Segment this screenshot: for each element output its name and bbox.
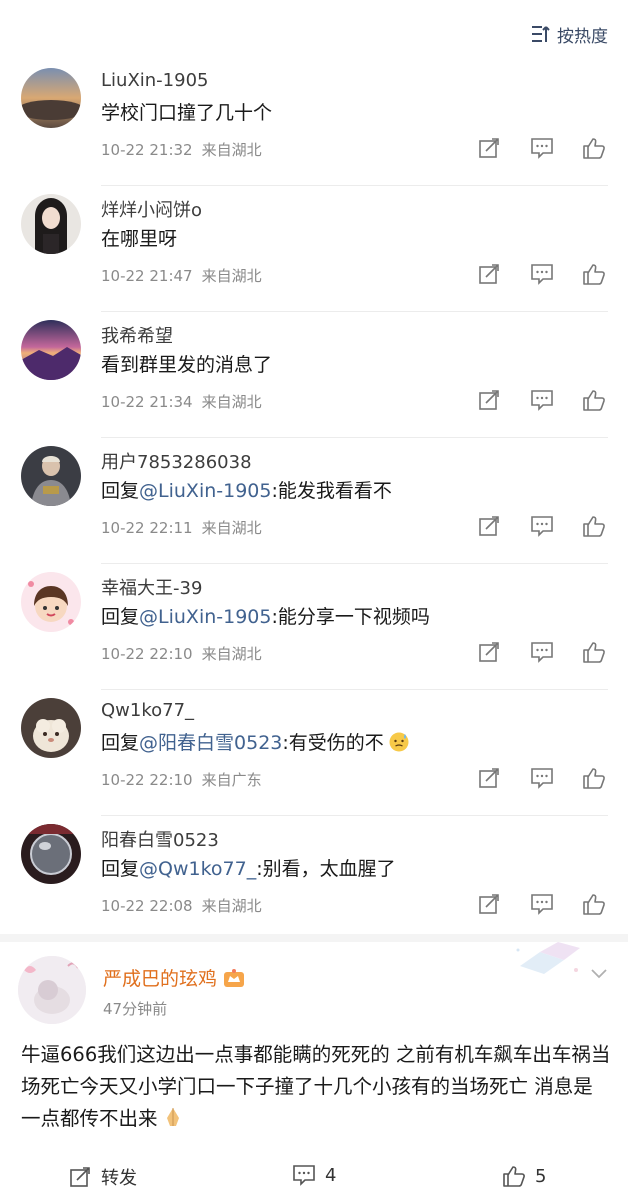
repost-icon[interactable] — [476, 640, 504, 664]
reply-icon[interactable] — [528, 262, 556, 286]
repost-icon[interactable] — [476, 262, 504, 286]
like-icon — [503, 1166, 525, 1187]
mention-link[interactable]: @LiuXin-1905 — [139, 480, 271, 502]
reply-icon[interactable] — [528, 388, 556, 412]
avatar[interactable] — [21, 824, 81, 884]
reply-icon[interactable] — [528, 136, 556, 160]
repost-icon[interactable] — [476, 136, 504, 160]
comment-item: 用户7853286038 回复@LiuXin-1905:能发我看看不 10-22… — [0, 438, 628, 564]
comment-username[interactable]: Qw1ko77_ — [101, 700, 194, 721]
comment-meta: 10-22 21:47 来自湖北 — [101, 267, 262, 285]
avatar[interactable] — [21, 194, 81, 254]
repost-icon[interactable] — [476, 514, 504, 538]
sweat-face-emoji-icon — [389, 732, 409, 752]
avatar[interactable] — [21, 572, 81, 632]
comment-meta: 10-22 22:08 来自湖北 — [101, 897, 262, 915]
like-count: 5 — [535, 1165, 547, 1187]
like-icon[interactable] — [580, 640, 608, 664]
book-decoration-icon — [516, 942, 580, 974]
avatar[interactable] — [21, 68, 81, 128]
reply-icon[interactable] — [528, 766, 556, 790]
like-button[interactable]: 5 — [502, 1164, 546, 1188]
comment-username[interactable]: 烊烊小闷饼o — [101, 196, 202, 222]
comment-username[interactable]: 幸福大王-39 — [101, 574, 202, 600]
comment-username[interactable]: LiuXin-1905 — [101, 70, 208, 91]
comment-meta: 10-22 21:32 来自湖北 — [101, 141, 262, 159]
avatar[interactable] — [21, 320, 81, 380]
repost-label: 转发 — [101, 1168, 137, 1189]
like-icon[interactable] — [580, 892, 608, 916]
comment-text: 回复@LiuXin-1905:能发我看看不 — [101, 480, 392, 502]
comment-count: 4 — [325, 1164, 337, 1186]
comment-icon — [293, 1165, 315, 1186]
post-author[interactable]: 严成巴的玹鸡 — [103, 964, 245, 991]
like-icon[interactable] — [580, 514, 608, 538]
mention-link[interactable]: @阳春白雪0523 — [139, 732, 282, 754]
repost-button[interactable]: 转发 — [70, 1164, 137, 1190]
reply-icon[interactable] — [528, 640, 556, 664]
post-action-bar: 转发 4 5 — [0, 1164, 628, 1194]
like-icon[interactable] — [580, 136, 608, 160]
comment-item: 烊烊小闷饼o 在哪里呀 10-22 21:47 来自湖北 — [0, 186, 628, 312]
comment-text: 回复@Qw1ko77_:别看，太血腥了 — [101, 858, 396, 880]
reply-icon[interactable] — [528, 892, 556, 916]
like-icon[interactable] — [580, 262, 608, 286]
repost-icon[interactable] — [476, 892, 504, 916]
reply-icon[interactable] — [528, 514, 556, 538]
comment-meta: 10-22 22:11 来自湖北 — [101, 519, 262, 537]
comment-text: 看到群里发的消息了 — [101, 354, 273, 376]
avatar[interactable] — [21, 446, 81, 506]
comment-meta: 10-22 21:34 来自湖北 — [101, 393, 262, 411]
like-icon[interactable] — [580, 766, 608, 790]
repost-icon[interactable] — [476, 766, 504, 790]
sort-label: 按热度 — [557, 26, 608, 47]
mention-link[interactable]: @LiuXin-1905 — [139, 606, 271, 628]
post-text: 牛逼666我们这边出一点事都能瞒的死死的 之前有机车飙车出车祸当场死亡今天又小学… — [21, 1043, 611, 1130]
comment-text: 回复@阳春白雪0523:有受伤的不 — [101, 728, 410, 755]
comment-text: 在哪里呀 — [101, 228, 178, 250]
comment-item: Qw1ko77_ 回复@阳春白雪0523:有受伤的不 10-22 22:10 来自… — [0, 690, 628, 816]
comment-item: 幸福大王-39 回复@LiuXin-1905:能分享一下视频吗 10-22 22… — [0, 564, 628, 690]
vip-crown-badge-icon — [224, 969, 245, 987]
comment-text: 回复@LiuXin-1905:能分享一下视频吗 — [101, 606, 430, 628]
repost-icon — [70, 1167, 90, 1187]
comment-button[interactable]: 4 — [292, 1164, 336, 1186]
comment-meta: 10-22 22:10 来自湖北 — [101, 645, 262, 663]
praying-hands-emoji-icon — [166, 1108, 179, 1126]
chevron-down-icon[interactable] — [590, 968, 608, 980]
post-time: 47分钟前 — [103, 1000, 168, 1018]
avatar[interactable] — [21, 698, 81, 758]
sort-lines-icon — [532, 26, 550, 42]
avatar[interactable] — [18, 956, 86, 1024]
comment-username[interactable]: 阳春白雪0523 — [101, 826, 219, 852]
post-card: 严成巴的玹鸡 47分钟前 牛逼666我们这边出一点事都能瞒的死死的 之前有机车飙… — [0, 942, 628, 1200]
comment-item: LiuXin-1905 学校门口撞了几十个 10-22 21:32 来自湖北 — [0, 60, 628, 186]
comment-item: 我希希望 看到群里发的消息了 10-22 21:34 来自湖北 — [0, 312, 628, 438]
mention-link[interactable]: @Qw1ko77_ — [139, 858, 256, 880]
sort-by-hot-button[interactable]: 按热度 — [531, 20, 608, 48]
like-icon[interactable] — [580, 388, 608, 412]
repost-icon[interactable] — [476, 388, 504, 412]
comment-username[interactable]: 用户7853286038 — [101, 448, 252, 474]
comment-meta: 10-22 22:10 来自广东 — [101, 771, 262, 789]
comment-item: 阳春白雪0523 回复@Qw1ko77_:别看，太血腥了 10-22 22:08… — [0, 816, 628, 942]
comment-username[interactable]: 我希希望 — [101, 322, 173, 348]
comment-text: 学校门口撞了几十个 — [101, 102, 273, 124]
